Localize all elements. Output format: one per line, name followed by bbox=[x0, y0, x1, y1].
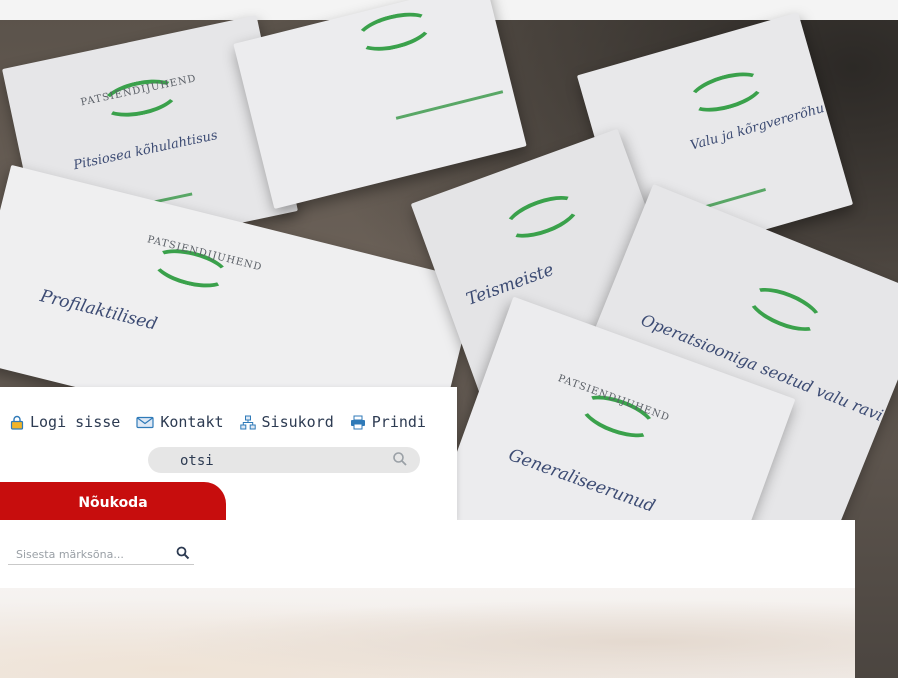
printer-icon bbox=[350, 415, 365, 429]
keyword-search bbox=[8, 542, 194, 565]
lock-icon bbox=[10, 415, 24, 430]
print-link[interactable]: Prindi bbox=[350, 413, 426, 431]
site-search bbox=[148, 447, 420, 473]
sitemap-link[interactable]: Sisukord bbox=[239, 413, 334, 431]
brochure-logo-icon bbox=[684, 64, 769, 120]
brochure-logo-icon bbox=[499, 187, 585, 247]
print-link-label: Prindi bbox=[371, 413, 426, 431]
faded-hero-image bbox=[0, 588, 855, 678]
sitemap-icon bbox=[239, 415, 256, 429]
search-input[interactable] bbox=[178, 450, 382, 472]
brochure-logo-icon bbox=[742, 279, 828, 340]
search-icon[interactable] bbox=[392, 451, 408, 471]
sitemap-link-label: Sisukord bbox=[261, 413, 334, 431]
brochure-title: Generaliseerunud bbox=[505, 445, 658, 517]
utility-bar: Logi sisse Kontakt Sisukord Prindi otsi … bbox=[0, 387, 457, 520]
login-link[interactable]: Logi sisse bbox=[10, 413, 120, 431]
contact-link[interactable]: Kontakt bbox=[136, 413, 224, 431]
content-panel bbox=[0, 520, 855, 678]
utility-nav: Logi sisse Kontakt Sisukord Prindi bbox=[10, 413, 426, 431]
brochure-rule bbox=[395, 90, 504, 120]
brochure-logo-icon bbox=[352, 5, 437, 58]
noukoda-button[interactable]: Nõukoda bbox=[0, 482, 226, 520]
brochure-title: Pitsiosea kõhulahtisus bbox=[72, 128, 219, 174]
search-icon[interactable] bbox=[176, 545, 190, 564]
contact-link-label: Kontakt bbox=[160, 413, 224, 431]
search-strip bbox=[0, 520, 855, 588]
login-link-label: Logi sisse bbox=[30, 413, 121, 431]
brochure-title: Profilaktilised bbox=[38, 286, 160, 335]
keyword-input[interactable] bbox=[14, 544, 173, 564]
envelope-icon bbox=[136, 416, 154, 428]
noukoda-button-label: Nõukoda bbox=[78, 495, 148, 511]
